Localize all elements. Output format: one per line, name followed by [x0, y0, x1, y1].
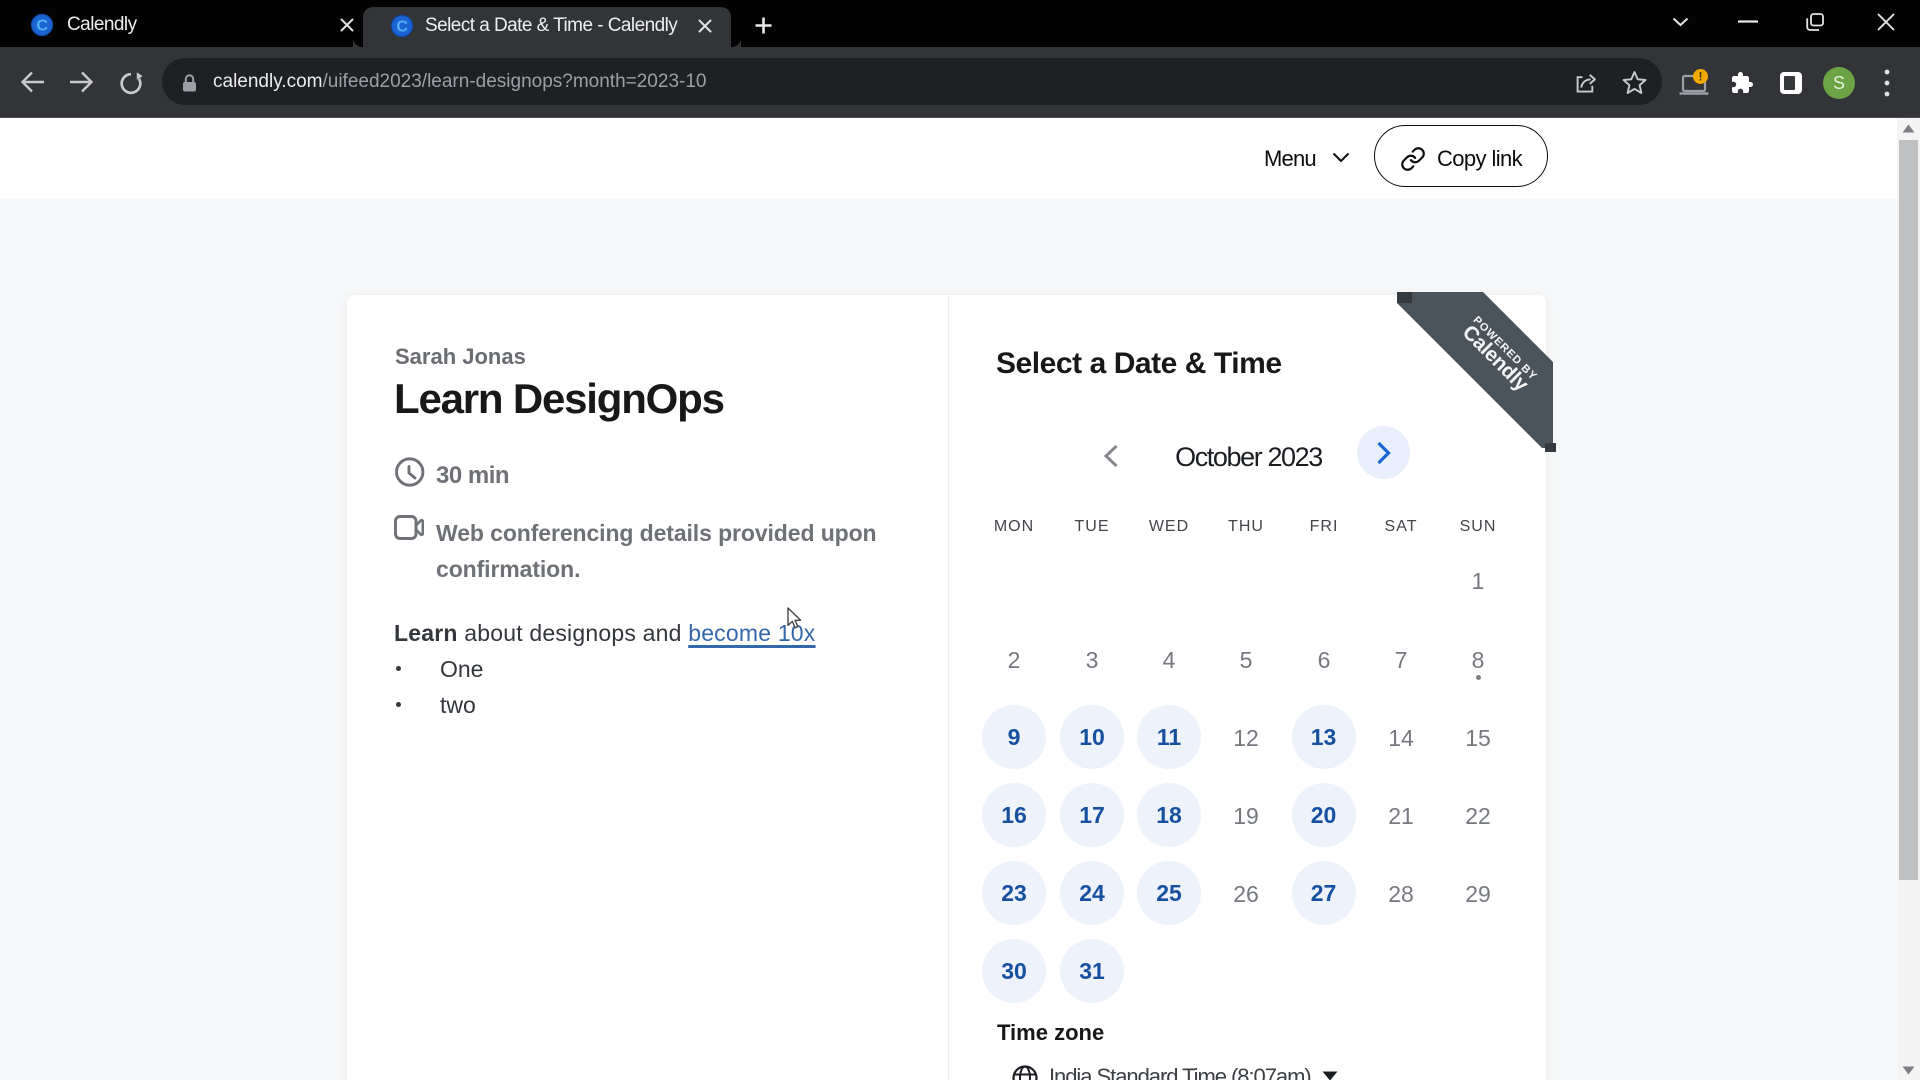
svg-text:C: C	[36, 18, 48, 35]
svg-text:C: C	[396, 19, 408, 36]
svg-text:!: !	[1699, 72, 1703, 84]
